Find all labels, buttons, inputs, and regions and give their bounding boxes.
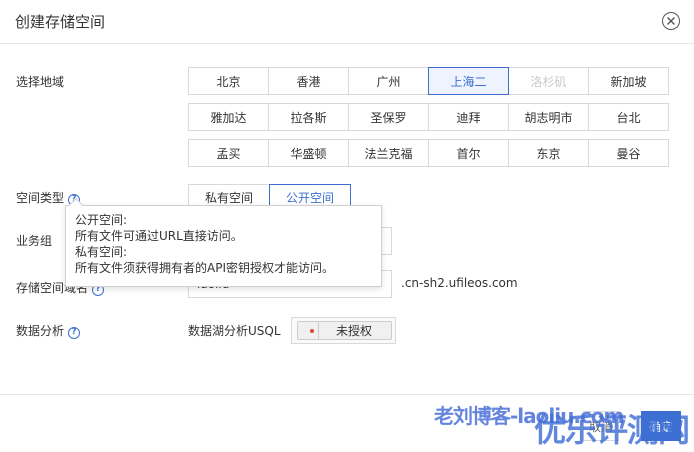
dialog-title: 创建存储空间 <box>15 13 106 31</box>
region-option[interactable]: 香港 <box>268 67 349 95</box>
region-option[interactable]: 广州 <box>348 67 429 95</box>
region-option[interactable]: 新加坡 <box>588 67 669 95</box>
close-icon <box>667 17 675 25</box>
usql-auth-toggle[interactable]: 未授权 <box>297 321 392 340</box>
region-option[interactable]: 圣保罗 <box>348 103 429 131</box>
domain-suffix: .cn-sh2.ufileos.com <box>401 276 518 290</box>
region-row: 雅加达 拉各斯 圣保罗 迪拜 胡志明市 台北 <box>188 103 675 131</box>
close-button[interactable] <box>662 12 680 30</box>
region-option[interactable]: 雅加达 <box>188 103 269 131</box>
tooltip-line: 所有文件可通过URL直接访问。 <box>75 229 243 243</box>
region-option[interactable]: 法兰克福 <box>348 139 429 167</box>
region-row: 孟买 华盛顿 法兰克福 首尔 东京 曼谷 <box>188 139 675 167</box>
region-option[interactable]: 东京 <box>508 139 589 167</box>
auth-status: 未授权 <box>336 324 373 338</box>
region-option[interactable]: 曼谷 <box>588 139 669 167</box>
region-row: 北京 香港 广州 上海二 洛杉矶 新加坡 <box>188 67 675 95</box>
space-type-label-text: 空间类型 <box>16 191 65 205</box>
tooltip-line: 公开空间: <box>75 213 128 227</box>
business-group-label: 业务组 <box>16 234 53 248</box>
region-option[interactable]: 上海二 <box>428 67 509 95</box>
region-option: 洛杉矶 <box>508 67 589 95</box>
tooltip-line: 所有文件须获得拥有者的API密钥授权才能访问。 <box>75 261 334 275</box>
help-icon[interactable]: ? <box>68 326 81 339</box>
status-dot-icon <box>310 328 314 333</box>
region-option[interactable]: 胡志明市 <box>508 103 589 131</box>
data-analysis-label: 数据分析? <box>16 322 81 339</box>
tooltip-line: 私有空间: <box>75 245 128 259</box>
region-option[interactable]: 北京 <box>188 67 269 95</box>
region-selector: 北京 香港 广州 上海二 洛杉矶 新加坡 雅加达 拉各斯 圣保罗 迪拜 胡志明市 台北 孟买 华盛顿 法兰克… <box>188 67 675 175</box>
data-analysis-label-text: 数据分析 <box>16 324 65 338</box>
region-option[interactable]: 拉各斯 <box>268 103 349 131</box>
region-option[interactable]: 迪拜 <box>428 103 509 131</box>
region-option[interactable]: 台北 <box>588 103 669 131</box>
watermark-logo: 优乐评测网 <box>534 411 690 449</box>
region-option[interactable]: 华盛顿 <box>268 139 349 167</box>
usql-label: 数据湖分析USQL <box>188 324 281 338</box>
region-option[interactable]: 首尔 <box>428 139 509 167</box>
usql-auth-container: 未授权 <box>291 317 396 344</box>
dialog-header: 创建存储空间 <box>0 0 694 44</box>
toggle-divider <box>318 321 319 340</box>
region-option[interactable]: 孟买 <box>188 139 269 167</box>
space-type-tooltip: 公开空间: 所有文件可通过URL直接访问。 私有空间: 所有文件须获得拥有者的A… <box>65 197 382 287</box>
region-label: 选择地域 <box>16 75 65 89</box>
